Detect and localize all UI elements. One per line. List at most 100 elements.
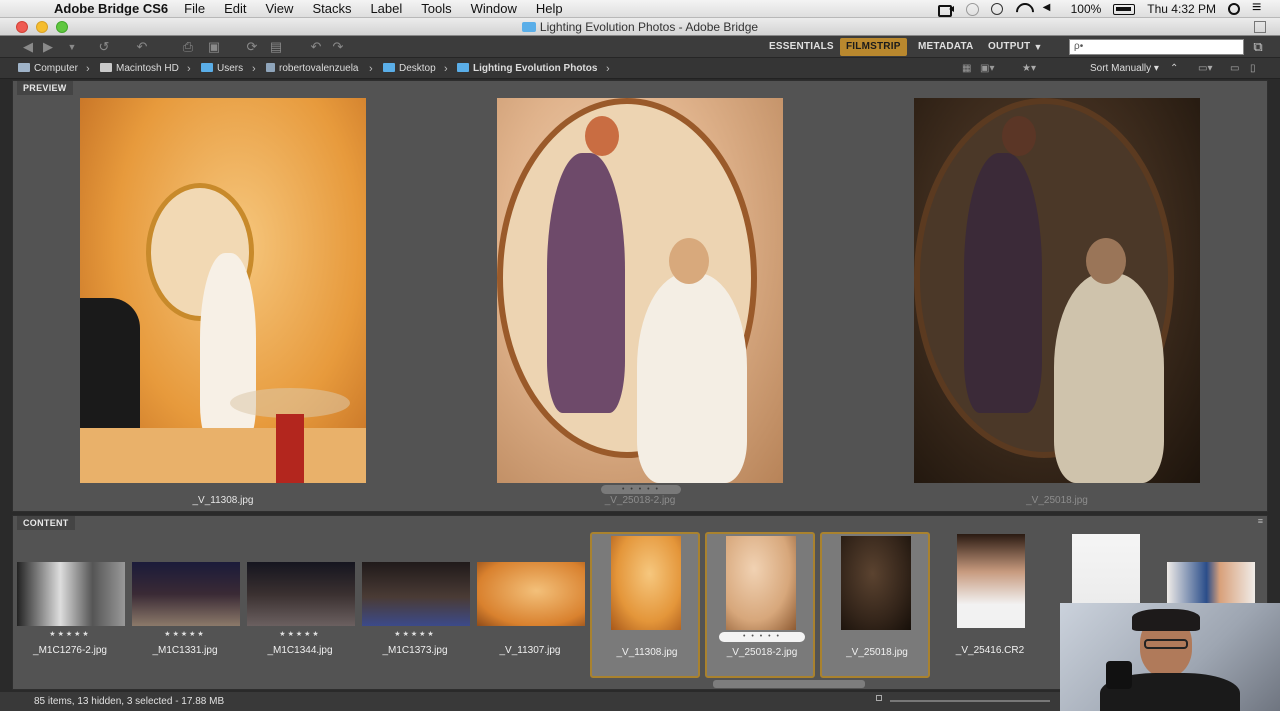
time-machine-icon[interactable] xyxy=(965,2,979,16)
thumbnail-size-slider[interactable] xyxy=(890,700,1050,702)
zoom-window-button[interactable] xyxy=(56,21,68,33)
workspace-output[interactable]: OUTPUT xyxy=(982,38,1036,56)
crumb-separator[interactable]: › xyxy=(86,62,90,76)
star-rating[interactable]: ★★★★★ xyxy=(245,630,355,638)
panel-menu-icon[interactable]: ≡ xyxy=(1258,516,1263,526)
crumb-desktop[interactable]: Desktop xyxy=(383,62,436,76)
thumbnail-item[interactable]: ★★★★★ _M1C1373.jpg xyxy=(360,532,470,678)
app-toolbar: ◀ ▶ ▼ ↺ ↶ ⎙ ▣ ⟳ ▤ ↶ ↷ ESSENTIALS FILMSTR… xyxy=(0,36,1280,58)
search-input[interactable]: ρ• xyxy=(1069,39,1244,55)
rotate-icon[interactable]: ↶ xyxy=(134,40,150,54)
thumbnail-filename: _V_11307.jpg xyxy=(499,645,561,656)
open-recent-icon[interactable]: ⟳ xyxy=(244,40,260,54)
notification-center-icon[interactable] xyxy=(1252,0,1268,17)
folder-icon xyxy=(457,63,469,72)
thumbnail-item-selected[interactable]: • • • • • _V_25018-2.jpg xyxy=(705,532,815,678)
close-window-button[interactable] xyxy=(16,21,28,33)
thumbnail-image xyxy=(247,562,355,626)
forward-icon[interactable]: ▶ xyxy=(40,40,56,54)
webcam-overlay xyxy=(1060,603,1280,711)
preview-panel: PREVIEW _V_11308.jpg _V_25018-2.jpg • • … xyxy=(12,80,1268,512)
crumb-separator[interactable]: › xyxy=(606,62,610,76)
menu-window[interactable]: Window xyxy=(471,1,517,16)
compact-mode-icon[interactable]: ⧉ xyxy=(1250,40,1266,54)
preview-image-1[interactable] xyxy=(80,98,366,483)
thumbnail-item[interactable]: ★★★★★ _M1C1331.jpg xyxy=(130,532,240,678)
menu-help[interactable]: Help xyxy=(536,1,563,16)
sort-dropdown[interactable]: Sort Manually ▾ xyxy=(1090,62,1159,76)
workspace-essentials[interactable]: ESSENTIALS xyxy=(763,38,840,56)
workspace-metadata[interactable]: METADATA xyxy=(912,38,979,56)
thumbnail-image xyxy=(957,534,1025,628)
mac-menu-bar: Adobe Bridge CS6 File Edit View Stacks L… xyxy=(0,0,1280,18)
refine-icon[interactable]: ▣ xyxy=(206,40,222,54)
thumbnail-quality-icon[interactable]: ▣▾ xyxy=(980,62,994,76)
new-folder-icon[interactable]: ▭ xyxy=(1230,62,1239,76)
open-folder-icon[interactable]: ▭▾ xyxy=(1198,62,1212,76)
thumbnail-size-small-icon[interactable] xyxy=(876,695,882,701)
crumb-current-folder[interactable]: Lighting Evolution Photos xyxy=(457,62,597,76)
content-tab[interactable]: CONTENT xyxy=(17,516,75,530)
menu-label[interactable]: Label xyxy=(370,1,402,16)
preview-image-3[interactable] xyxy=(914,98,1200,483)
crumb-macintosh-hd[interactable]: Macintosh HD xyxy=(100,62,179,76)
menu-stacks[interactable]: Stacks xyxy=(312,1,351,16)
video-icon[interactable] xyxy=(937,3,954,17)
preview-scroll-indicator[interactable]: • • • • • xyxy=(601,485,681,494)
rating-filter-icon[interactable]: ★▾ xyxy=(1022,62,1036,76)
rotate-right-icon[interactable]: ↷ xyxy=(330,40,346,54)
thumbnail-item-selected[interactable]: _V_25018.jpg xyxy=(820,532,930,678)
content-horizontal-scrollbar[interactable] xyxy=(713,680,865,688)
crumb-user-home[interactable]: robertovalenzuela xyxy=(266,62,359,76)
crumb-separator[interactable]: › xyxy=(252,62,256,76)
thumbnail-item[interactable]: _V_11307.jpg xyxy=(475,532,585,678)
boomerang-icon[interactable]: ↺ xyxy=(96,40,112,54)
battery-percent: 100% xyxy=(1070,2,1102,16)
volume-icon[interactable] xyxy=(1043,2,1059,15)
bluetooth-icon[interactable] xyxy=(990,3,1003,15)
crumb-separator[interactable]: › xyxy=(187,62,191,76)
menu-edit[interactable]: Edit xyxy=(224,1,246,16)
computer-icon xyxy=(18,63,30,72)
rotate-left-icon[interactable]: ↶ xyxy=(308,40,324,54)
grid-view-icon[interactable]: ▦ xyxy=(962,62,971,76)
crumb-computer[interactable]: Computer xyxy=(18,62,78,76)
output-icon[interactable]: ▤ xyxy=(268,40,284,54)
workspace-dropdown-icon[interactable]: ▼ xyxy=(1030,40,1046,54)
bride-figure xyxy=(200,253,256,443)
sort-ascending-icon[interactable]: ⌃ xyxy=(1170,62,1178,76)
crumb-separator[interactable]: › xyxy=(444,62,448,76)
thumbnail-item[interactable]: ★★★★★ _M1C1276-2.jpg xyxy=(15,532,125,678)
star-rating[interactable]: ★★★★★ xyxy=(360,630,470,638)
recent-dropdown-icon[interactable]: ▼ xyxy=(64,40,80,54)
menubar-clock[interactable]: Thu 4:32 PM xyxy=(1147,2,1216,16)
thumbnail-filename: _V_11308.jpg xyxy=(616,647,678,658)
crumb-users[interactable]: Users xyxy=(201,62,243,76)
workspace-filmstrip[interactable]: FILMSTRIP xyxy=(840,38,907,56)
minimize-window-button[interactable] xyxy=(36,21,48,33)
back-icon[interactable]: ◀ xyxy=(20,40,36,54)
rating-dots[interactable]: • • • • • xyxy=(719,632,805,642)
battery-icon[interactable] xyxy=(1113,3,1136,15)
spotlight-search-icon[interactable] xyxy=(1228,3,1240,15)
preview-tab[interactable]: PREVIEW xyxy=(17,81,73,95)
thumbnail-item-selected[interactable]: _V_11308.jpg xyxy=(590,532,700,678)
menu-view[interactable]: View xyxy=(265,1,293,16)
menu-tools[interactable]: Tools xyxy=(421,1,451,16)
menu-file[interactable]: File xyxy=(184,1,205,16)
folder-icon xyxy=(521,22,536,32)
wifi-icon[interactable] xyxy=(1015,3,1031,15)
trash-icon[interactable]: ▯ xyxy=(1250,62,1256,76)
fullscreen-icon[interactable] xyxy=(1254,21,1266,33)
crumb-separator[interactable]: › xyxy=(369,62,373,76)
star-rating[interactable]: ★★★★★ xyxy=(15,630,125,638)
thumbnail-item[interactable]: _V_25416.CR2 xyxy=(935,532,1045,678)
camera-import-icon[interactable]: ⎙ xyxy=(180,40,196,54)
preview-image-2[interactable] xyxy=(497,98,783,483)
star-rating[interactable]: ★★★★★ xyxy=(130,630,240,638)
thumbnail-image xyxy=(477,562,585,626)
folder-icon xyxy=(383,63,395,72)
thumbnail-item[interactable]: ★★★★★ _M1C1344.jpg xyxy=(245,532,355,678)
app-menu[interactable]: Adobe Bridge CS6 xyxy=(54,1,168,16)
glasses xyxy=(1144,639,1188,649)
